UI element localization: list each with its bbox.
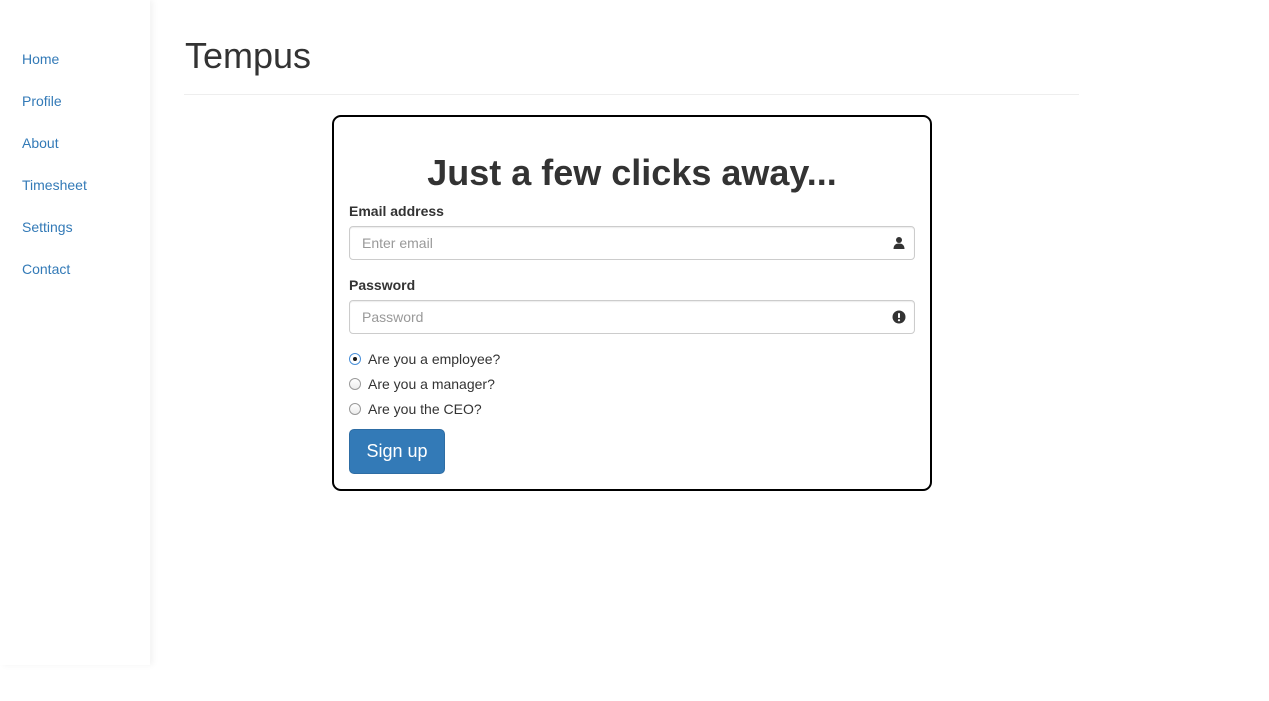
sidebar-link-about[interactable]: About	[22, 135, 59, 151]
sidebar-item-home: Home	[22, 50, 87, 92]
role-radio-ceo[interactable]	[349, 403, 361, 415]
role-option-employee[interactable]: Are you a employee?	[349, 349, 500, 369]
exclamation-circle-icon	[892, 310, 906, 324]
sidebar-item-contact: Contact	[22, 260, 87, 302]
signup-card: Just a few clicks away... Email address …	[332, 115, 932, 491]
role-label-manager: Are you a manager?	[368, 376, 495, 392]
title-divider	[184, 94, 1079, 95]
sidebar-nav: Home Profile About Timesheet Settings Co…	[22, 50, 87, 302]
role-option-ceo[interactable]: Are you the CEO?	[349, 399, 482, 419]
sidebar-item-settings: Settings	[22, 218, 87, 260]
sidebar-link-timesheet[interactable]: Timesheet	[22, 177, 87, 193]
email-label: Email address	[349, 203, 444, 219]
password-input[interactable]	[349, 300, 915, 334]
role-label-ceo: Are you the CEO?	[368, 401, 482, 417]
role-radio-manager[interactable]	[349, 378, 361, 390]
role-label-employee: Are you a employee?	[368, 351, 501, 367]
role-option-manager[interactable]: Are you a manager?	[349, 374, 495, 394]
sidebar: Home Profile About Timesheet Settings Co…	[0, 0, 150, 665]
role-radio-employee[interactable]	[349, 353, 361, 365]
password-label: Password	[349, 277, 416, 293]
sidebar-item-about: About	[22, 134, 87, 176]
sign-up-button[interactable]: Sign up	[349, 429, 445, 474]
signup-heading: Just a few clicks away...	[427, 152, 837, 193]
email-input[interactable]	[349, 226, 915, 260]
sidebar-link-contact[interactable]: Contact	[22, 261, 70, 277]
user-icon	[893, 237, 905, 249]
sidebar-link-home[interactable]: Home	[22, 51, 59, 67]
sidebar-link-profile[interactable]: Profile	[22, 93, 62, 109]
email-field-group	[349, 226, 915, 260]
sidebar-link-settings[interactable]: Settings	[22, 219, 73, 235]
sidebar-item-timesheet: Timesheet	[22, 176, 87, 218]
password-field-group	[349, 300, 915, 334]
sidebar-item-profile: Profile	[22, 92, 87, 134]
page-title: Tempus	[185, 35, 312, 76]
